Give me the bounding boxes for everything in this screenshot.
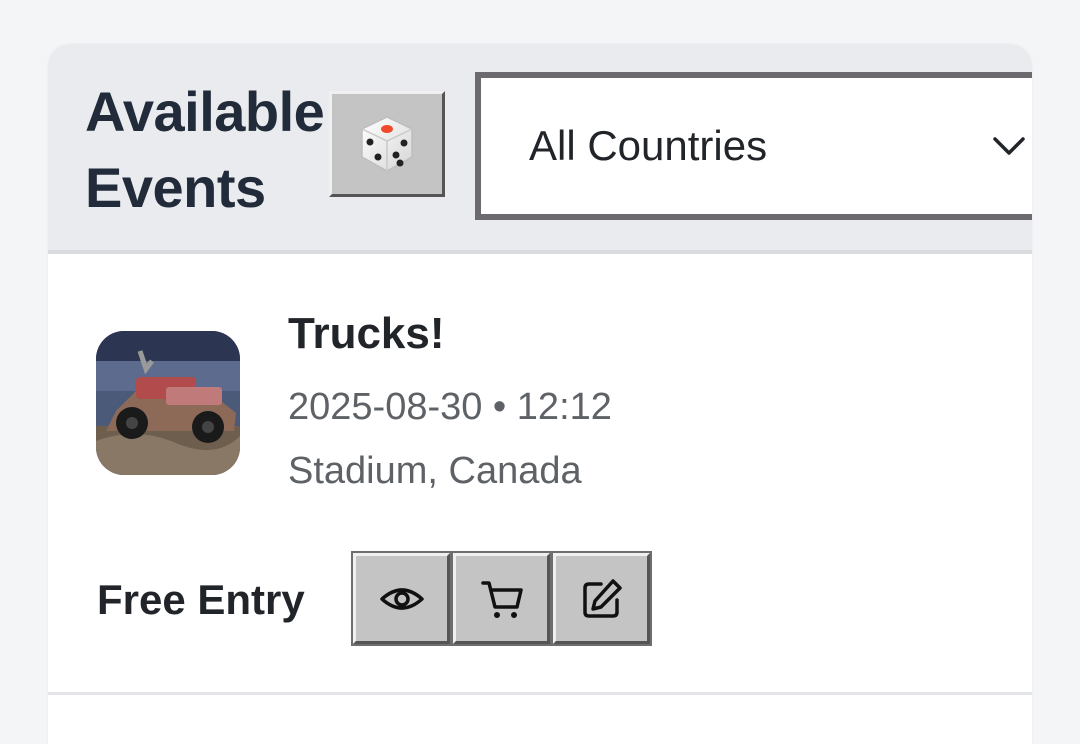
view-event-button[interactable] xyxy=(351,551,452,646)
event-datetime: 2025-08-30 • 12:12 xyxy=(288,386,612,428)
edit-icon xyxy=(582,578,622,618)
random-event-button[interactable] xyxy=(329,91,445,197)
chevron-down-icon xyxy=(993,137,1025,155)
dice-icon xyxy=(361,116,413,172)
buy-ticket-button[interactable] xyxy=(451,551,552,646)
event-location: Stadium, Canada xyxy=(288,450,582,492)
eye-icon xyxy=(379,587,424,610)
event-thumbnail xyxy=(96,331,240,475)
card-header: Available Events All Countries xyxy=(48,44,1032,254)
country-select-value: All Countries xyxy=(529,122,768,169)
country-select[interactable]: All Countries xyxy=(475,72,1032,220)
cart-icon xyxy=(480,580,523,618)
event-title[interactable]: Trucks! xyxy=(288,306,445,362)
list-divider xyxy=(48,692,1032,695)
edit-event-button[interactable] xyxy=(551,551,652,646)
event-price: Free Entry xyxy=(97,576,305,623)
page-title: Available Events xyxy=(85,80,325,219)
events-card: Available Events All Countries Trucks! 2… xyxy=(48,44,1032,744)
